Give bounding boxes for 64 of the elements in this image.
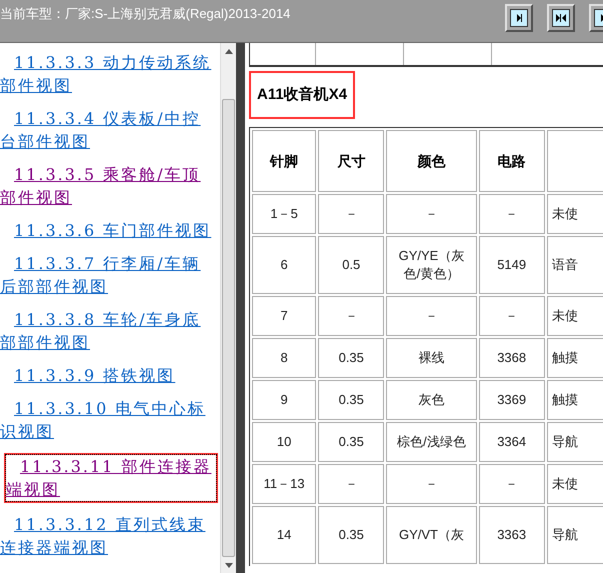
scroll-up-icon[interactable] bbox=[224, 49, 232, 54]
toolbar-button[interactable] bbox=[505, 4, 533, 32]
scrollbar-thumb[interactable] bbox=[222, 99, 235, 557]
table-cell: 0.35 bbox=[318, 338, 384, 378]
table-cell: 10 bbox=[252, 422, 316, 462]
table-cell: 未使 bbox=[546, 194, 603, 234]
table-cell: 6 bbox=[252, 236, 316, 294]
table-cell: 1－5 bbox=[252, 194, 316, 234]
table-cell: 未使 bbox=[546, 296, 603, 336]
table-cell: 导航 bbox=[546, 506, 603, 564]
toolbar-button[interactable] bbox=[547, 4, 575, 32]
section-link[interactable]: 11.3.3.8 车轮/车身底部部件视图 bbox=[0, 308, 218, 354]
table-cell: 9 bbox=[252, 380, 316, 420]
section-link[interactable]: 11.3.3.5 乘客舱/车顶部件视图 bbox=[0, 163, 218, 209]
table-cell: 3363 bbox=[478, 506, 545, 564]
column-header: 颜色 bbox=[386, 130, 477, 192]
table-cell: － bbox=[318, 194, 384, 234]
table-cell: 3368 bbox=[478, 338, 545, 378]
section-link[interactable]: 11.3.3.10 电气中心标识视图 bbox=[0, 397, 218, 443]
table-cell: － bbox=[386, 296, 477, 336]
vehicle-title: 当前车型：厂家:S-上海别克君威(Regal)2013-2014 bbox=[0, 5, 290, 23]
section-link[interactable]: 11.3.3.12 直列式线束连接器端视图 bbox=[0, 513, 218, 559]
table-cell: 5149 bbox=[478, 236, 545, 294]
connector-heading: A11收音机X4 bbox=[257, 86, 348, 103]
table-cell: － bbox=[478, 296, 545, 336]
table-cell: － bbox=[318, 464, 384, 504]
table-cell: GY/YE（灰色/黄色） bbox=[386, 236, 477, 294]
table-cell: 7 bbox=[252, 296, 316, 336]
table-cell: － bbox=[386, 194, 477, 234]
table-cell: 0.35 bbox=[318, 506, 384, 564]
table-cell: 未使 bbox=[546, 464, 603, 504]
table-cell: 14 bbox=[252, 506, 316, 564]
table-cell: 语音 bbox=[546, 236, 603, 294]
section-link[interactable]: 11.3.3.7 行李厢/车辆后部部件视图 bbox=[0, 252, 218, 298]
table-cell: 棕色/浅绿色 bbox=[386, 422, 477, 462]
table-cell: － bbox=[478, 464, 545, 504]
section-link[interactable]: 11.3.3.9 搭铁视图 bbox=[0, 364, 218, 387]
table-cell: 3364 bbox=[478, 422, 545, 462]
table-cell: － bbox=[386, 464, 477, 504]
scroll-down-icon[interactable] bbox=[224, 563, 232, 568]
table-cell: 导航 bbox=[546, 422, 603, 462]
table-cell: 3369 bbox=[478, 380, 545, 420]
section-link[interactable]: 11.3.3.11 部件连接器端视图 bbox=[6, 455, 216, 501]
table-cell: 8 bbox=[252, 338, 316, 378]
section-link[interactable]: 11.3.3.3 动力传动系统部件视图 bbox=[0, 51, 218, 97]
column-header: 电路 bbox=[478, 130, 545, 192]
scrollbar[interactable] bbox=[220, 43, 236, 573]
column-header: 针脚 bbox=[252, 130, 316, 192]
table-cell: 0.35 bbox=[318, 380, 384, 420]
table-cell: 裸线 bbox=[386, 338, 477, 378]
table-cell: 0.5 bbox=[318, 236, 384, 294]
section-link[interactable]: 11.3.3.6 车门部件视图 bbox=[0, 219, 218, 242]
column-header bbox=[546, 130, 603, 192]
table-cell: 灰色 bbox=[386, 380, 477, 420]
table-cell: － bbox=[318, 296, 384, 336]
arrows-inward-icon bbox=[555, 13, 567, 23]
section-link[interactable]: 11.3.3.4 仪表板/中控台部件视图 bbox=[0, 107, 218, 153]
table-cell: － bbox=[478, 194, 545, 234]
table-cell: 11－13 bbox=[252, 464, 316, 504]
table-cell: 0.35 bbox=[318, 422, 384, 462]
table-cell: 触摸 bbox=[546, 338, 603, 378]
column-header: 尺寸 bbox=[318, 130, 384, 192]
table-cell: 触摸 bbox=[546, 380, 603, 420]
table-cell: GY/VT（灰 bbox=[386, 506, 477, 564]
